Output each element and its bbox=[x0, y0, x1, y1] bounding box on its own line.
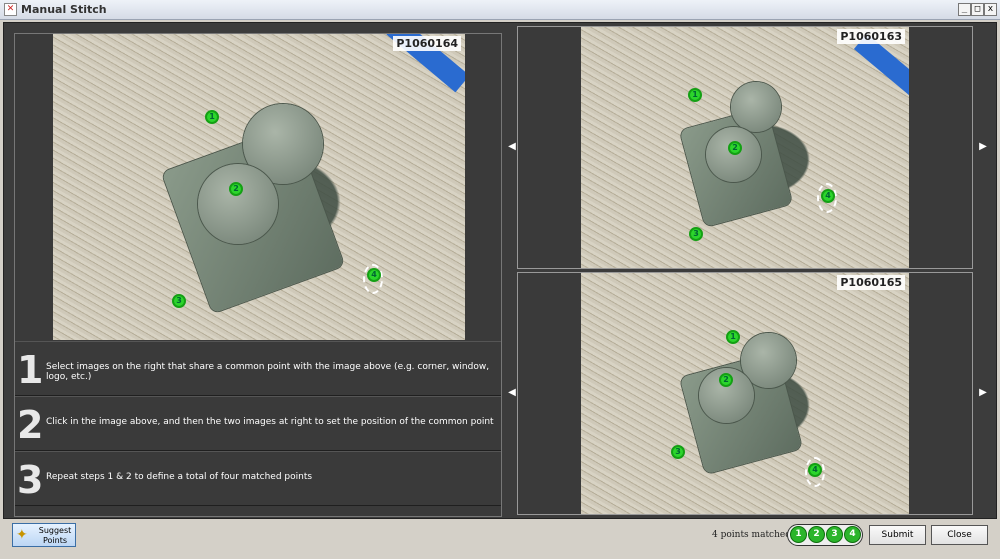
app-icon: ✕ bbox=[4, 3, 17, 16]
step-text: Repeat steps 1 & 2 to define a total of … bbox=[46, 472, 313, 482]
thumbnail-pane: ◀ 1 2 3 4 P1060163 ▶ ◀ 1 2 3 4 P1060165 … bbox=[508, 26, 987, 517]
match-marker-2[interactable]: 2 bbox=[728, 141, 742, 155]
next-arrow-icon[interactable]: ▶ bbox=[977, 387, 989, 398]
main-image-label: P1060164 bbox=[393, 36, 461, 51]
match-marker-1[interactable]: 1 bbox=[688, 88, 702, 102]
match-marker-1[interactable]: 1 bbox=[726, 330, 740, 344]
matched-point-badge[interactable]: 1 bbox=[790, 526, 807, 543]
match-marker-4[interactable]: 4 bbox=[821, 189, 835, 203]
thumbnail-bottom: ◀ 1 2 3 4 P1060165 ▶ bbox=[508, 272, 987, 515]
match-marker-2[interactable]: 2 bbox=[719, 373, 733, 387]
thumbnail-top: ◀ 1 2 3 4 P1060163 ▶ bbox=[508, 26, 987, 269]
matched-point-badge[interactable]: 2 bbox=[808, 526, 825, 543]
magic-wand-icon: ✦ bbox=[16, 527, 28, 543]
thumbnail-label: P1060165 bbox=[837, 275, 905, 290]
maximize-button[interactable]: □ bbox=[971, 3, 984, 16]
thumbnail-image-bottom[interactable]: 1 2 3 4 P1060165 bbox=[581, 273, 909, 514]
main-image[interactable]: 1 2 3 4 P1060164 bbox=[53, 34, 465, 340]
instruction-step: 3 Repeat steps 1 & 2 to define a total o… bbox=[15, 451, 501, 506]
match-marker-3[interactable]: 3 bbox=[172, 294, 186, 308]
matched-points-indicator: 1 2 3 4 bbox=[787, 524, 863, 546]
submit-button[interactable]: Submit bbox=[869, 525, 926, 545]
stitch-workspace: 1 2 3 4 P1060164 1 Select images on the … bbox=[3, 22, 997, 519]
close-button[interactable]: Close bbox=[931, 525, 988, 545]
device-top-cylinder bbox=[731, 82, 781, 132]
step-number: 1 bbox=[17, 348, 44, 392]
minimize-button[interactable]: _ bbox=[958, 3, 971, 16]
step-text: Select images on the right that share a … bbox=[46, 362, 490, 382]
instruction-step: 1 Select images on the right that share … bbox=[15, 341, 501, 396]
match-marker-1[interactable]: 1 bbox=[205, 110, 219, 124]
step-number: 3 bbox=[17, 458, 44, 502]
thumbnail-image-top[interactable]: 1 2 3 4 P1060163 bbox=[581, 27, 909, 268]
step-text: Click in the image above, and then the t… bbox=[46, 417, 494, 427]
match-marker-3[interactable]: 3 bbox=[689, 227, 703, 241]
prev-arrow-icon[interactable]: ◀ bbox=[506, 141, 518, 152]
instruction-step: 2 Click in the image above, and then the… bbox=[15, 396, 501, 451]
match-marker-2[interactable]: 2 bbox=[229, 182, 243, 196]
suggest-points-label: Suggest Points bbox=[38, 526, 72, 545]
prev-arrow-icon[interactable]: ◀ bbox=[506, 387, 518, 398]
matched-point-badge[interactable]: 4 bbox=[844, 526, 861, 543]
close-window-button[interactable]: x bbox=[984, 3, 997, 16]
next-arrow-icon[interactable]: ▶ bbox=[977, 141, 989, 152]
title-bar: ✕ Manual Stitch _ □ x bbox=[0, 0, 1000, 20]
thumbnail-label: P1060163 bbox=[837, 29, 905, 44]
points-matched-status: 4 points matched bbox=[712, 530, 791, 540]
matched-point-badge[interactable]: 3 bbox=[826, 526, 843, 543]
match-marker-4[interactable]: 4 bbox=[367, 268, 381, 282]
step-number: 2 bbox=[17, 403, 44, 447]
match-marker-4[interactable]: 4 bbox=[808, 463, 822, 477]
instruction-steps: 1 Select images on the right that share … bbox=[15, 341, 501, 506]
match-marker-3[interactable]: 3 bbox=[671, 445, 685, 459]
window-title: Manual Stitch bbox=[21, 3, 107, 16]
main-image-pane: 1 2 3 4 P1060164 1 Select images on the … bbox=[14, 33, 502, 517]
device-front-cylinder bbox=[198, 164, 278, 244]
suggest-points-button[interactable]: ✦ Suggest Points bbox=[12, 523, 76, 547]
